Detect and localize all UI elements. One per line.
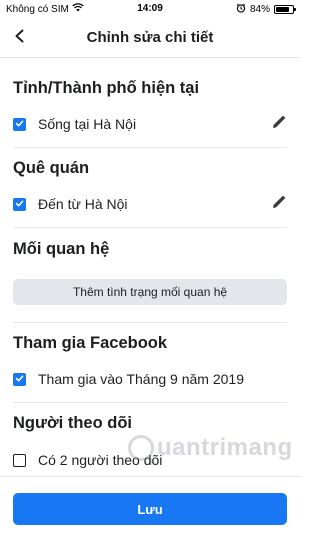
battery-percent: 84% xyxy=(249,4,270,15)
current-city-checkbox[interactable] xyxy=(13,115,26,133)
checkmark-icon xyxy=(15,115,24,133)
followers-row: Có 2 người theo dõi xyxy=(13,449,287,471)
pencil-icon xyxy=(271,194,287,215)
section-title-hometown: Quê quán xyxy=(13,159,90,177)
current-city-label: Sống tại Hà Nội xyxy=(38,116,137,132)
add-relationship-button[interactable]: Thêm tình trạng mối quan hệ xyxy=(13,279,287,305)
divider xyxy=(13,147,287,148)
hometown-checkbox[interactable] xyxy=(13,195,26,213)
battery-fill xyxy=(276,7,290,12)
section-title-relationship: Mối quan hệ xyxy=(13,240,110,258)
hometown-row: Đến từ Hà Nội xyxy=(13,193,287,215)
section-title-followers: Người theo dõi xyxy=(13,414,132,432)
hometown-label: Đến từ Hà Nội xyxy=(38,196,128,212)
section-title-joined-facebook: Tham gia Facebook xyxy=(13,334,168,352)
page-title: Chỉnh sửa chi tiết xyxy=(86,29,214,46)
joined-facebook-checkbox[interactable] xyxy=(13,370,26,388)
divider xyxy=(13,402,287,403)
alarm-icon xyxy=(236,3,246,16)
joined-facebook-row: Tham gia vào Tháng 9 năm 2019 xyxy=(13,368,287,390)
divider xyxy=(13,227,287,228)
status-right: 84% xyxy=(236,3,296,16)
edit-hometown-button[interactable] xyxy=(270,195,288,213)
section-title-current-city: Tỉnh/Thành phố hiện tại xyxy=(13,79,200,97)
footer: Lưu xyxy=(0,476,300,534)
header: Chỉnh sửa chi tiết xyxy=(0,18,300,58)
status-bar: Không có SIM 14:09 84% xyxy=(0,0,300,18)
battery-icon xyxy=(274,5,296,14)
save-button[interactable]: Lưu xyxy=(13,493,287,525)
followers-checkbox[interactable] xyxy=(13,453,26,467)
checkmark-icon xyxy=(15,195,24,213)
edit-current-city-button[interactable] xyxy=(270,115,288,133)
divider xyxy=(13,322,287,323)
checkmark-icon xyxy=(15,370,24,388)
current-city-row: Sống tại Hà Nội xyxy=(13,113,287,135)
joined-facebook-label: Tham gia vào Tháng 9 năm 2019 xyxy=(38,371,244,387)
followers-label: Có 2 người theo dõi xyxy=(38,452,163,468)
pencil-icon xyxy=(271,114,287,135)
